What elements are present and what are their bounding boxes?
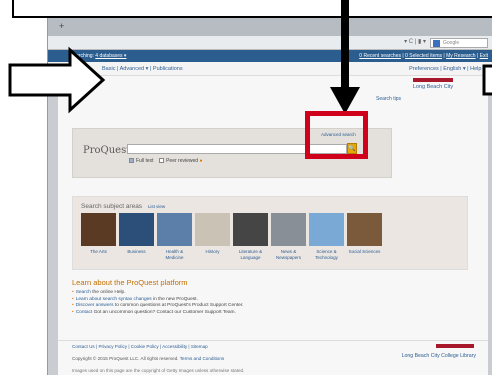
down-arrow-head-icon <box>330 87 360 114</box>
right-arrow-icon <box>8 46 106 114</box>
advanced-search-highlight <box>305 111 368 159</box>
annotation-arrows <box>8 0 492 114</box>
down-arrow-shaft <box>341 0 349 87</box>
edge-arrow-icon <box>482 64 492 96</box>
